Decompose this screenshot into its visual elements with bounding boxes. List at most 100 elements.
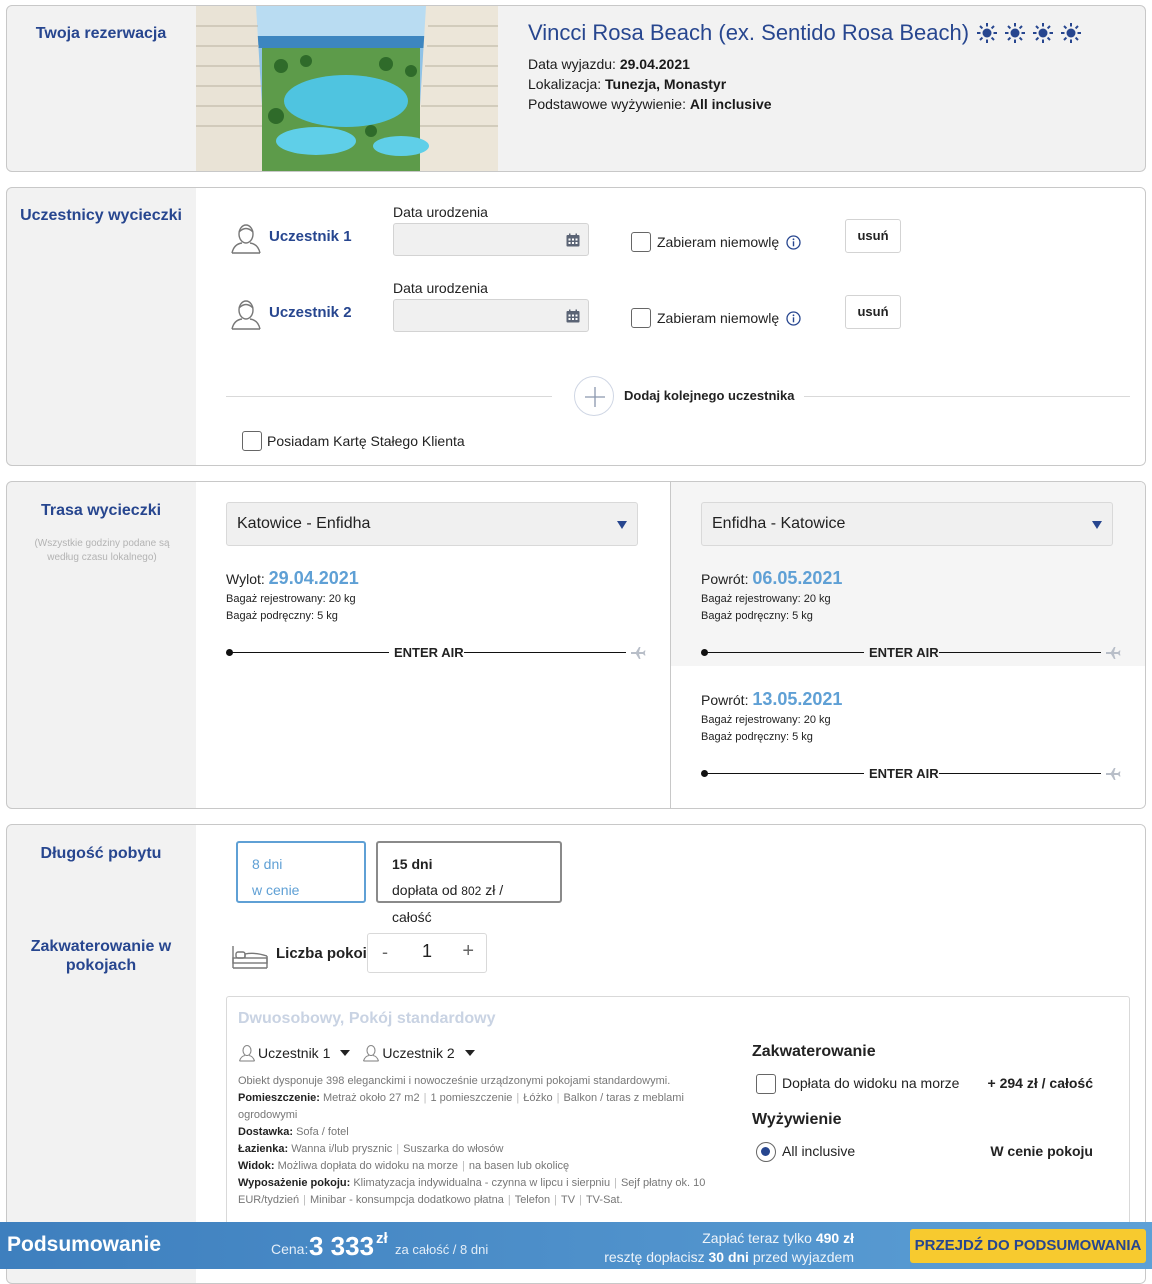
room-description: Obiekt dysponuje 398 eleganckimi i nowoc…	[238, 1073, 720, 1209]
info-icon[interactable]	[786, 311, 801, 326]
dob-input[interactable]	[393, 299, 589, 332]
stay-section-title: Długość pobytu	[40, 845, 162, 862]
board-option[interactable]: All inclusive W cenie pokoju	[756, 1142, 1093, 1164]
loyalty-card-checkbox[interactable]	[242, 431, 262, 451]
participants-panel: Uczestnicy wycieczki Uczestnik 1 Data ur…	[6, 187, 1146, 466]
outbound-route-select[interactable]: Katowice - Enfidha	[226, 502, 638, 546]
dob-input[interactable]	[393, 223, 589, 256]
feature-item: Sofa / fotel	[296, 1126, 349, 1138]
rest-text: resztę dopłacisz	[604, 1249, 705, 1265]
price-label: Cena:	[271, 1241, 309, 1257]
board-heading: Wyżywienie	[752, 1111, 842, 1128]
stay-days: 8 dni	[252, 856, 283, 872]
infant-label: Zabieram niemowlę	[657, 310, 780, 326]
timeline-line	[704, 652, 864, 653]
sun-icon	[977, 23, 998, 43]
airline-name: ENTER AIR	[869, 766, 939, 781]
timeline-line	[939, 652, 1101, 653]
sea-view-label: Dopłata do widoku na morze	[782, 1075, 960, 1091]
departure-date-label: Data wyjazdu:	[528, 56, 616, 72]
room-title: Dwuosobowy, Pokój standardowy	[238, 1010, 496, 1027]
feature-item: Suszarka do włosów	[403, 1143, 504, 1155]
plane-icon	[1106, 647, 1121, 659]
add-participant-button[interactable]	[574, 376, 614, 416]
increment-button[interactable]: +	[462, 940, 474, 963]
info-icon[interactable]	[786, 235, 801, 250]
chevron-down-icon	[1092, 521, 1102, 529]
calendar-icon[interactable]	[566, 309, 580, 323]
departure-date-row: Data wyjazdu: 29.04.2021	[528, 54, 1135, 74]
sea-view-checkbox[interactable]	[756, 1074, 776, 1094]
person-icon	[363, 1044, 380, 1062]
feature-item: Minibar - konsumpcja dodatkowo płatna	[310, 1194, 504, 1206]
board-radio[interactable]	[756, 1142, 776, 1162]
surcharge-prefix: dopłata od	[392, 882, 458, 898]
feature-label: Widok:	[238, 1160, 275, 1172]
room-feature-row: Pomieszczenie: Metraż około 27 m2 | 1 pomi…	[238, 1092, 684, 1121]
reservation-section-title: Twoja rezerwacja	[35, 25, 167, 42]
baggage-hand: Bagaż podręczny: 5 kg	[226, 610, 338, 622]
feature-label: Łazienka:	[238, 1143, 289, 1155]
timeline-line	[939, 773, 1101, 774]
go-to-summary-button[interactable]: PRZEJDŹ DO PODSUMOWANIA	[910, 1229, 1146, 1263]
return-route-select[interactable]: Enfidha - Katowice	[701, 502, 1113, 546]
infant-checkbox[interactable]	[631, 232, 651, 252]
calendar-icon[interactable]	[566, 233, 580, 247]
caret-down-icon	[464, 1050, 475, 1056]
room-person-name: Uczestnik 2	[382, 1045, 455, 1061]
baggage-hand: Bagaż podręczny: 5 kg	[701, 731, 813, 743]
route-timezone-note: (Wszystkie godziny podane są według czas…	[34, 538, 170, 563]
sea-view-price: + 294 zł / całość	[987, 1075, 1093, 1091]
flight-timeline: ENTER AIR	[226, 645, 646, 660]
loyalty-card-label: Posiadam Kartę Stałego Klienta	[267, 433, 465, 449]
caret-down-icon	[340, 1050, 351, 1056]
rooms-count-label: Liczba pokoi	[276, 945, 367, 962]
hotel-photo	[196, 6, 498, 171]
divider	[226, 396, 552, 397]
feature-item: Wanna i/lub prysznic	[291, 1143, 393, 1155]
surcharge-amount: 802	[461, 884, 482, 898]
room-person-select[interactable]: Uczestnik 2	[362, 1044, 475, 1062]
bed-icon	[232, 946, 268, 969]
pay-now-amount: 490 zł	[815, 1230, 854, 1246]
return-flight[interactable]: Powrót: 13.05.2021 Bagaż rejestrowany: 2…	[701, 689, 1121, 781]
stay-days: 15 dni	[392, 856, 433, 872]
feature-item: Metraż około 27 m2	[322, 1092, 420, 1104]
add-participant-label[interactable]: Dodaj kolejnego uczestnika	[624, 388, 795, 403]
participant-row: Uczestnik 1 Data urodzenia Zabieram niem…	[229, 204, 1135, 262]
feature-item: TV-Sat.	[585, 1194, 623, 1206]
infant-checkbox[interactable]	[631, 308, 651, 328]
remove-participant-button[interactable]: usuń	[845, 219, 901, 253]
stay-option-8-days[interactable]: 8 dni w cenie	[236, 841, 366, 903]
feature-item: Klimatyzacja indywidualna - czynna w lip…	[353, 1177, 611, 1189]
baggage-hand: Bagaż podręczny: 5 kg	[701, 610, 813, 622]
route-panel: Trasa wycieczki (Wszystkie godziny podan…	[6, 481, 1146, 809]
summary-bar: Podsumowanie Cena: 3 333 zł za całość / …	[0, 1222, 1152, 1269]
remove-participant-button[interactable]: usuń	[845, 295, 901, 329]
accommodation-section-title: Zakwaterowanie w pokojach	[30, 938, 172, 974]
sea-view-option[interactable]: Dopłata do widoku na morze + 294 zł / ca…	[756, 1074, 1093, 1096]
flight-date: 13.05.2021	[752, 689, 843, 709]
location-value: Tunezja, Monastyr	[605, 76, 727, 92]
room-feature-row: Łazienka: Wanna i/lub prysznic | Suszarka …	[238, 1143, 504, 1155]
feature-item: Łóżko	[523, 1092, 553, 1104]
departure-date-value: 29.04.2021	[619, 56, 690, 72]
hotel-name: Vincci Rosa Beach (ex. Sentido Rosa Beac…	[528, 20, 970, 45]
plus-icon[interactable]	[575, 377, 615, 417]
flight-label: Powrót:	[701, 571, 749, 587]
stay-option-15-days[interactable]: 15 dni dopłata od 802 zł / całość	[376, 841, 562, 925]
dob-label: Data urodzenia	[393, 204, 488, 220]
chevron-down-icon	[617, 521, 627, 529]
payment-info: Zapłać teraz tylko 490 zł resztę dopłaci…	[604, 1229, 854, 1267]
sun-icon	[1033, 23, 1054, 43]
feature-item: Możliwa dopłata do widoku na morze	[277, 1160, 458, 1172]
outbound-flight: Wylot: 29.04.2021 Bagaż rejestrowany: 20…	[226, 568, 646, 660]
baggage-checked: Bagaż rejestrowany: 20 kg	[226, 593, 356, 605]
room-person-select[interactable]: Uczestnik 1	[238, 1044, 351, 1062]
participant-row: Uczestnik 2 Data urodzenia Zabieram niem…	[229, 280, 1135, 338]
board-row: Podstawowe wyżywienie: All inclusive	[528, 94, 1135, 114]
person-icon	[231, 300, 261, 330]
route-section-title: Trasa wycieczki	[40, 502, 162, 519]
return-flight[interactable]: Powrót: 06.05.2021 Bagaż rejestrowany: 2…	[701, 568, 1121, 660]
add-participant-row: Dodaj kolejnego uczestnika	[226, 376, 1130, 416]
